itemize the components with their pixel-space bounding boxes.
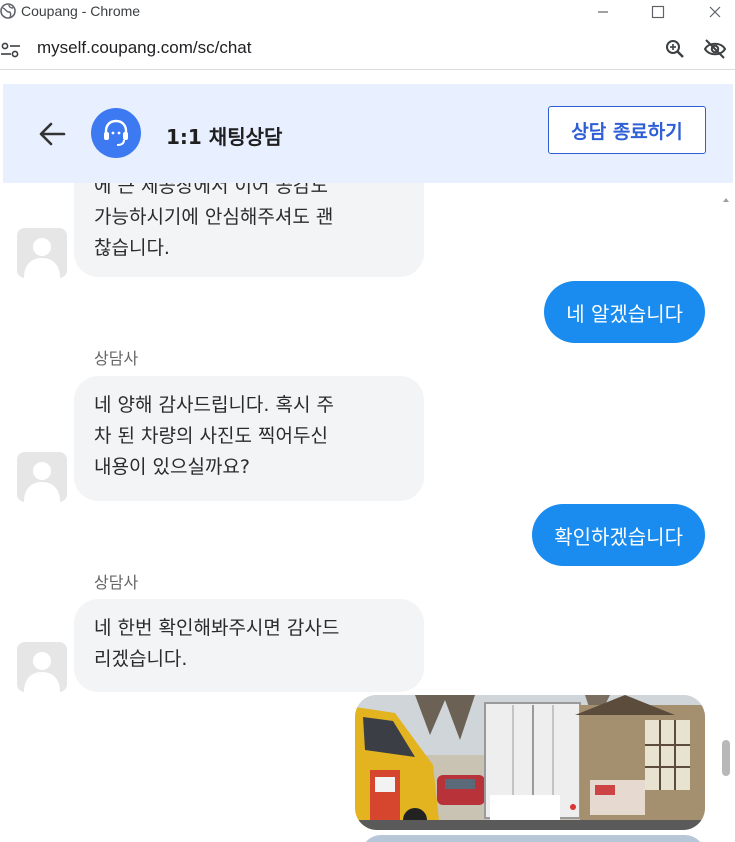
agent-message: 에 큰 제공장에서 이어 공감도 가능하시기에 안심해주셔도 괜 찮습니다. <box>74 183 424 277</box>
headset-icon <box>104 119 128 146</box>
attached-photo-partial[interactable] <box>361 835 705 842</box>
attached-photo[interactable] <box>355 695 705 830</box>
close-window-button[interactable] <box>692 0 735 24</box>
avatar <box>17 228 67 278</box>
chat-header: 1:1 채팅상담 상담 종료하기 <box>3 84 733 183</box>
user-message: 확인하겠습니다 <box>532 504 705 566</box>
maximize-icon <box>651 5 665 19</box>
message-line: 에 큰 제공장에서 이어 공감도 <box>94 183 328 197</box>
scroll-up-icon[interactable] <box>719 195 733 205</box>
minimize-button[interactable] <box>580 0 626 24</box>
site-info-icon[interactable] <box>0 39 22 61</box>
message-line: 네 양해 감사드립니다. 혹시 주 <box>94 394 334 416</box>
agent-avatar <box>91 108 141 158</box>
message-line: 가능하시기에 안심해주셔도 괜 <box>94 206 334 228</box>
default-avatar-icon <box>17 228 67 278</box>
window-title: Coupang - Chrome <box>21 3 141 19</box>
agent-message: 네 양해 감사드립니다. 혹시 주 차 된 차량의 사진도 찍어두신 내용이 있… <box>74 376 424 501</box>
scrollbar-thumb[interactable] <box>722 740 730 776</box>
agent-message: 네 한번 확인해봐주시면 감사드 리겠습니다. <box>74 599 424 692</box>
sender-name: 상담사 <box>94 573 139 592</box>
url-text[interactable]: myself.coupang.com/sc/chat <box>37 38 251 58</box>
default-avatar-icon <box>17 452 67 502</box>
user-message: 네 알겠습니다 <box>544 281 705 343</box>
message-line: 리겠습니다. <box>94 648 188 670</box>
message-line: 내용이 있으실까요? <box>94 456 250 478</box>
address-bar: myself.coupang.com/sc/chat <box>0 29 735 70</box>
default-avatar-icon <box>17 642 67 692</box>
parking-photo-image <box>355 695 705 830</box>
close-icon <box>709 6 721 18</box>
sender-name: 상담사 <box>94 349 139 368</box>
back-arrow-icon[interactable] <box>36 118 68 150</box>
avatar <box>17 452 67 502</box>
eye-off-icon[interactable] <box>703 38 727 60</box>
minimize-icon <box>598 11 608 13</box>
message-line: 찮습니다. <box>94 237 170 259</box>
chat-title: 1:1 채팅상담 <box>166 125 283 149</box>
zoom-icon[interactable] <box>664 38 686 60</box>
chrome-globe-icon <box>0 3 16 19</box>
avatar <box>17 642 67 692</box>
message-line: 차 된 차량의 사진도 찍어두신 <box>94 425 328 447</box>
chat-messages[interactable]: 에 큰 제공장에서 이어 공감도 가능하시기에 안심해주셔도 괜 찮습니다. 네… <box>3 183 733 842</box>
end-consultation-button[interactable]: 상담 종료하기 <box>548 106 706 154</box>
window-titlebar: Coupang - Chrome <box>0 0 735 24</box>
message-line: 네 한번 확인해봐주시면 감사드 <box>94 617 340 639</box>
maximize-button[interactable] <box>635 0 681 24</box>
